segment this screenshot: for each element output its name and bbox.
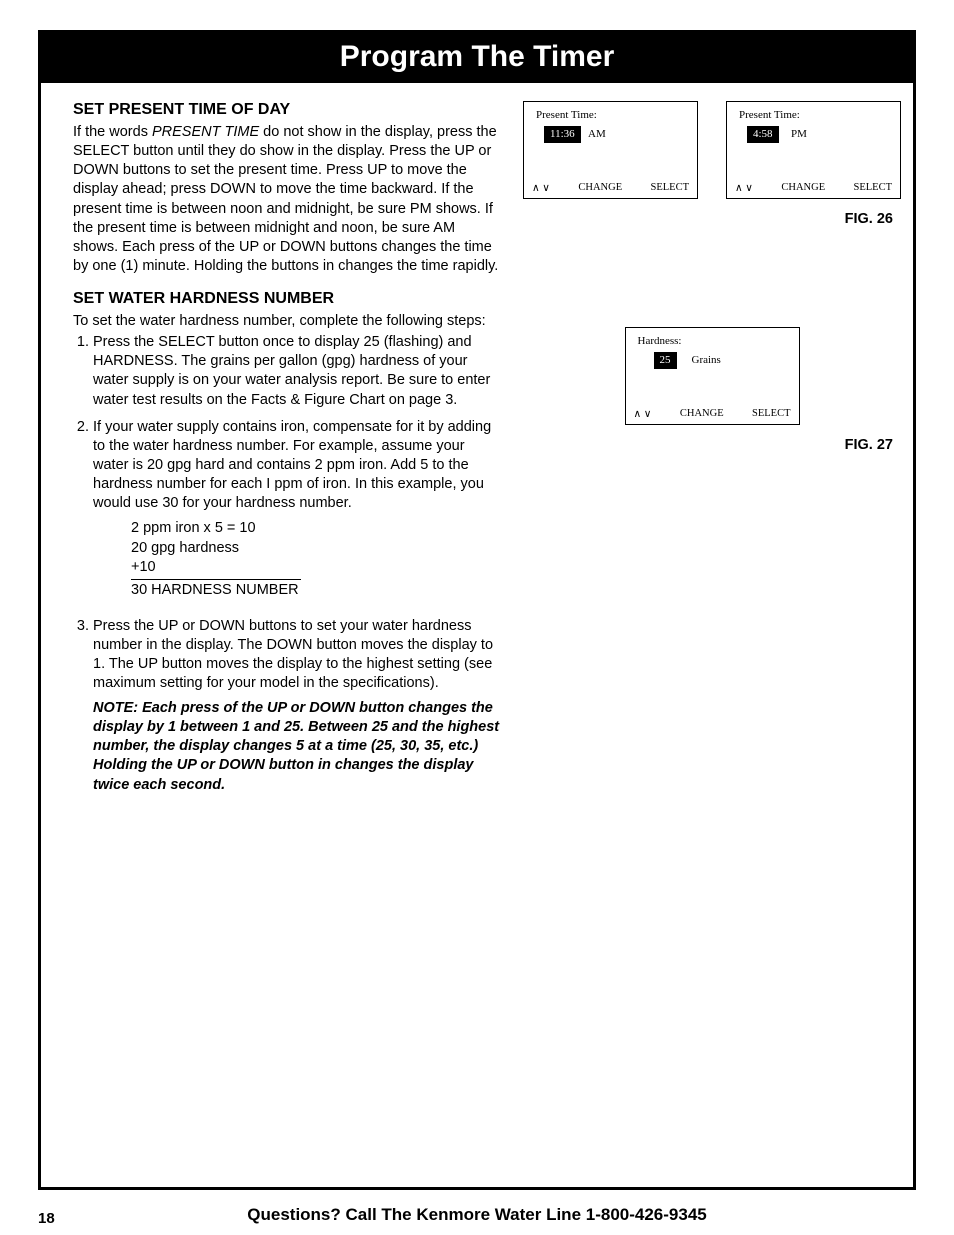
calc-rule bbox=[131, 579, 301, 580]
fig26-row: Present Time: 11:36 AM ∧ ∨ CHANGE SELECT… bbox=[523, 101, 901, 199]
display-hardness-arrows: ∧ ∨ bbox=[634, 408, 652, 420]
display-hardness: Hardness: 25 Grains ∧ ∨ CHANGE SELECT bbox=[625, 327, 800, 425]
display-pm-ampm: PM bbox=[791, 128, 807, 140]
step1-pre: Press the SELECT button once to display … bbox=[93, 334, 472, 350]
display-hardness-change: CHANGE bbox=[680, 408, 724, 420]
content-area: SET PRESENT TIME OF DAY If the words PRE… bbox=[41, 83, 913, 803]
right-column: Present Time: 11:36 AM ∧ ∨ CHANGE SELECT… bbox=[503, 101, 901, 803]
display-pm-time: 4:58 bbox=[747, 126, 779, 143]
step-3: Press the UP or DOWN buttons to set your… bbox=[93, 617, 503, 795]
page-title: Program The Timer bbox=[41, 33, 913, 83]
fig27-wrap: Hardness: 25 Grains ∧ ∨ CHANGE SELECT FI… bbox=[523, 327, 901, 453]
page-frame: Program The Timer SET PRESENT TIME OF DA… bbox=[38, 30, 916, 1190]
display-am-ampm: AM bbox=[588, 128, 606, 140]
calc-line-2: 20 gpg hardness bbox=[131, 539, 503, 559]
display-pm-select: SELECT bbox=[854, 182, 893, 194]
section2-intro: To set the water hardness number, comple… bbox=[73, 312, 503, 331]
display-hardness-value: 25 bbox=[654, 352, 677, 369]
calc-line-1: 2 ppm iron x 5 = 10 bbox=[131, 519, 503, 539]
display-am-time: 11:36 bbox=[544, 126, 581, 143]
section2-heading: SET WATER HARDNESS NUMBER bbox=[73, 290, 503, 308]
display-am-change: CHANGE bbox=[578, 182, 622, 194]
section1-text-post: do not show in the display, press the SE… bbox=[73, 124, 498, 274]
display-am-select: SELECT bbox=[651, 182, 690, 194]
steps-list: Press the SELECT button once to display … bbox=[73, 333, 503, 795]
step3-note: NOTE: Each press of the UP or DOWN butto… bbox=[93, 699, 503, 795]
display-pm-change: CHANGE bbox=[781, 182, 825, 194]
section1-heading: SET PRESENT TIME OF DAY bbox=[73, 101, 503, 119]
display-pm-arrows: ∧ ∨ bbox=[735, 182, 753, 194]
section1-text-italic: PRESENT TIME bbox=[152, 124, 259, 140]
section1-body: If the words PRESENT TIME do not show in… bbox=[73, 123, 503, 276]
display-pm: Present Time: 4:58 PM ∧ ∨ CHANGE SELECT bbox=[726, 101, 901, 199]
step-1: Press the SELECT button once to display … bbox=[93, 333, 503, 410]
display-hardness-unit: Grains bbox=[692, 354, 721, 366]
fig27-caption: FIG. 27 bbox=[523, 437, 893, 453]
calc-line-4: 30 HARDNESS NUMBER bbox=[131, 581, 503, 601]
display-pm-label: Present Time: bbox=[739, 109, 800, 121]
display-am: Present Time: 11:36 AM ∧ ∨ CHANGE SELECT bbox=[523, 101, 698, 199]
left-column: SET PRESENT TIME OF DAY If the words PRE… bbox=[73, 101, 503, 803]
step3-text: Press the UP or DOWN buttons to set your… bbox=[93, 618, 493, 691]
calc-block: 2 ppm iron x 5 = 10 20 gpg hardness +10 … bbox=[131, 519, 503, 600]
step1-italic: HARDNESS. bbox=[93, 353, 178, 369]
footer-text: Questions? Call The Kenmore Water Line 1… bbox=[0, 1205, 954, 1225]
fig26-caption: FIG. 26 bbox=[523, 211, 893, 227]
section1-text-pre: If the words bbox=[73, 124, 152, 140]
display-am-label: Present Time: bbox=[536, 109, 597, 121]
display-am-arrows: ∧ ∨ bbox=[532, 182, 550, 194]
calc-line-3: +10 bbox=[131, 558, 503, 578]
display-hardness-label: Hardness: bbox=[638, 335, 682, 347]
page-number: 18 bbox=[38, 1210, 55, 1227]
display-hardness-select: SELECT bbox=[752, 408, 791, 420]
step-2: If your water supply contains iron, comp… bbox=[93, 418, 503, 601]
